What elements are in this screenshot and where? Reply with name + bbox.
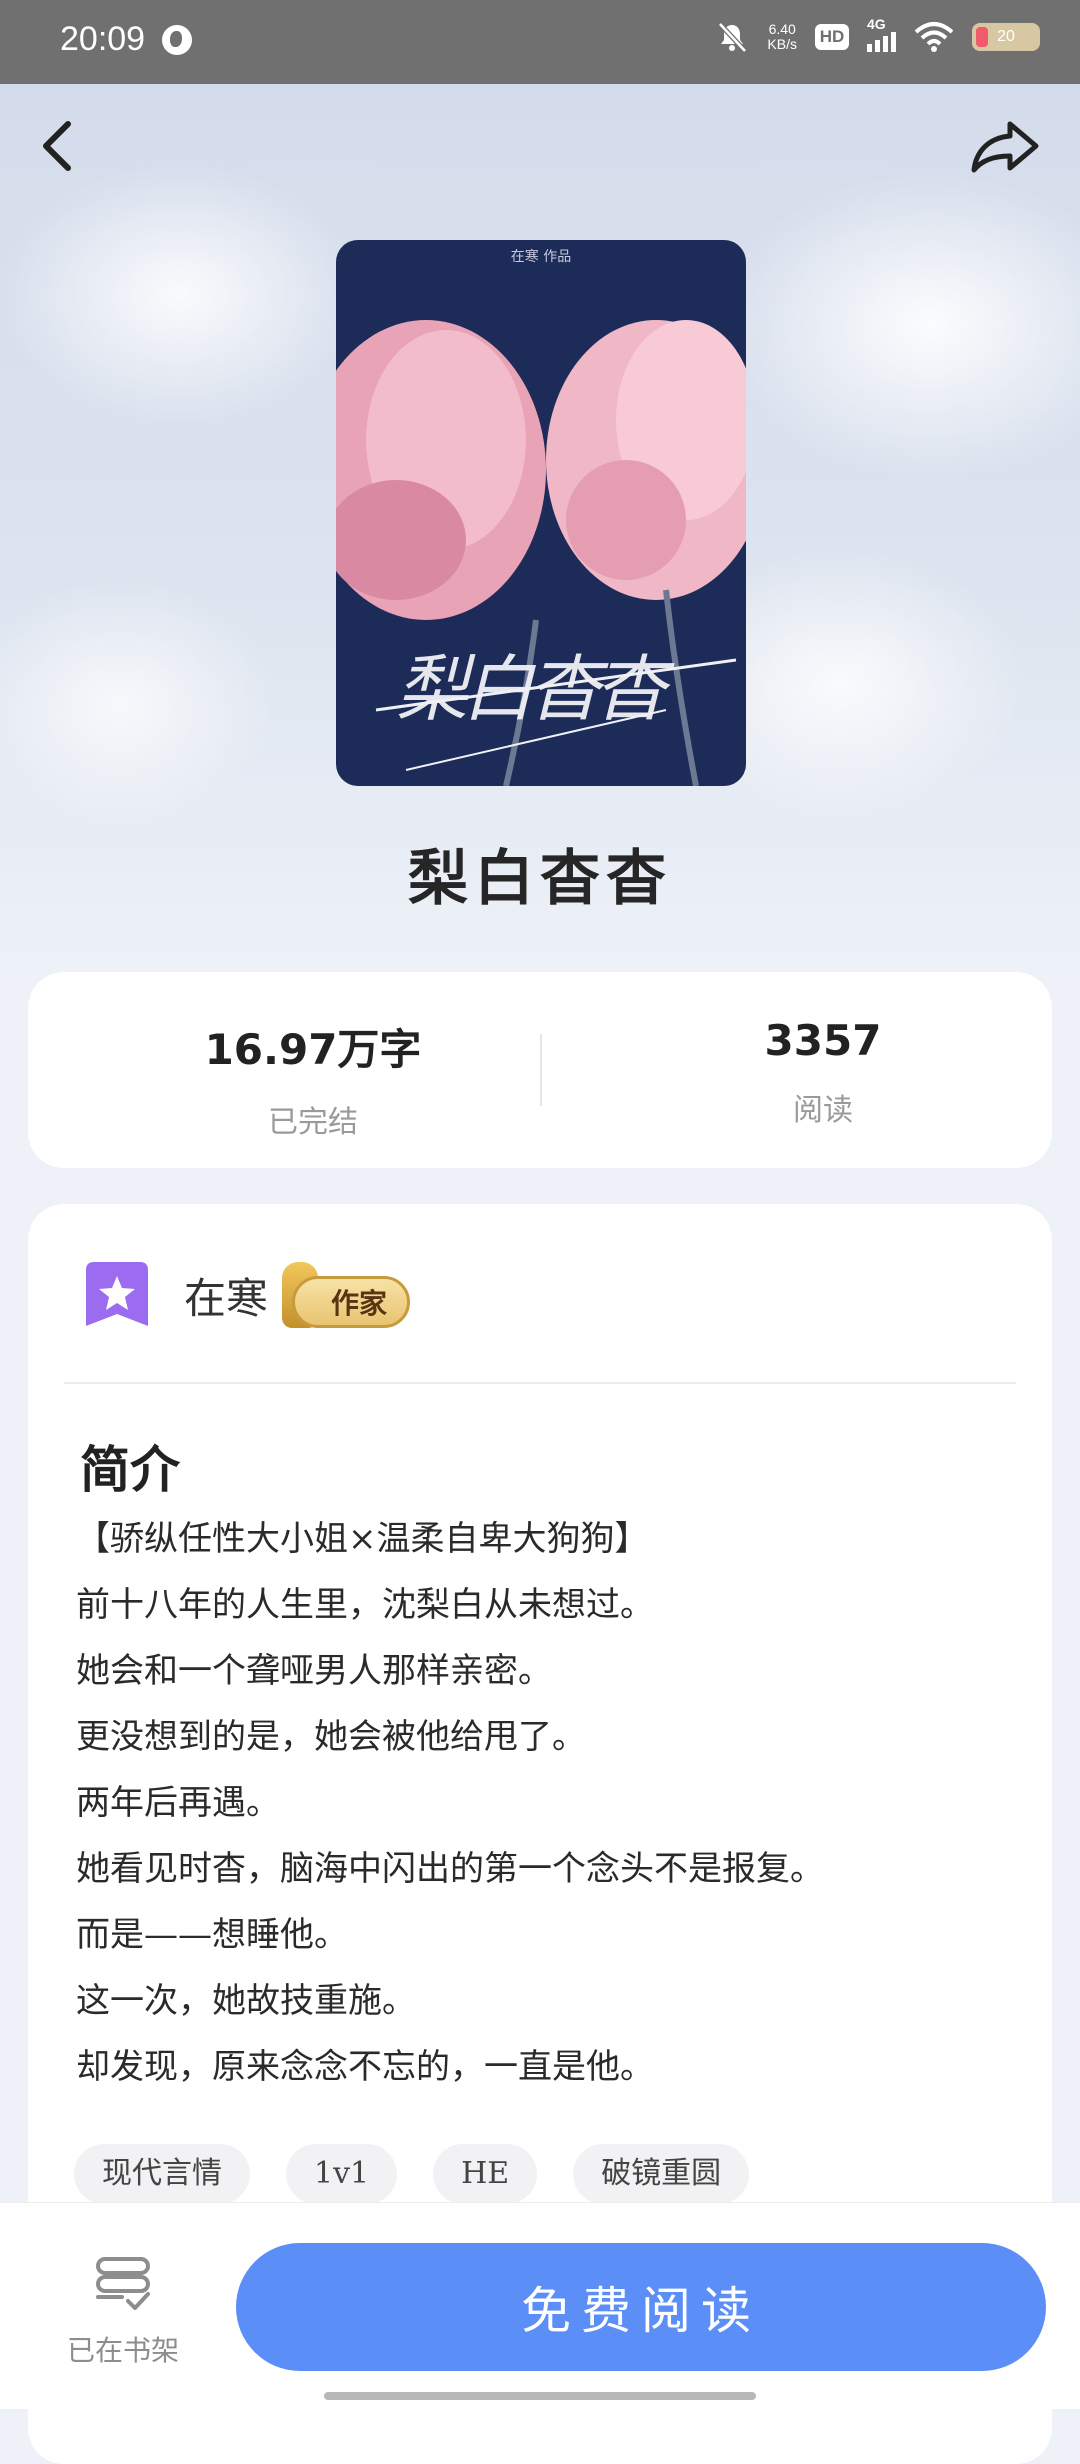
net-speed-value: 6.40 xyxy=(768,21,796,37)
stats-card: 16.97万字 已完结 3357 阅读 xyxy=(28,972,1052,1168)
author-row[interactable]: 在寒 作家 xyxy=(82,1256,412,1334)
reads-value: 3357 xyxy=(764,1016,882,1065)
hd-icon: HD xyxy=(815,24,849,50)
reads-stat: 3357 阅读 xyxy=(653,1016,993,1129)
divider xyxy=(64,1382,1016,1384)
bottom-action-bar: 已在书架 免费阅读 xyxy=(0,2202,1080,2409)
author-badge-label: 作家 xyxy=(292,1276,411,1328)
battery-icon: 20 xyxy=(972,23,1040,51)
book-cover[interactable]: 在寒 作品 梨白杳杳 xyxy=(336,240,746,786)
tag-reunion[interactable]: 破镜重圆 xyxy=(573,2144,750,2204)
intro-line: 却发现，原来念念不忘的，一直是他。 xyxy=(76,2047,654,2087)
book-title: 梨白杳杳 xyxy=(408,844,672,914)
battery-level: 20 xyxy=(997,28,1015,45)
tag-list: 现代言情 1v1 HE 破镜重圆 xyxy=(74,2144,750,2204)
globe-icon xyxy=(162,25,192,55)
home-indicator[interactable] xyxy=(324,2392,756,2400)
bell-muted-icon xyxy=(718,22,748,53)
share-button[interactable] xyxy=(968,112,1044,180)
cover-title-text: 梨白杳杳 xyxy=(396,647,666,731)
intro-heading: 简介 xyxy=(80,1440,180,1499)
network-label: 4G xyxy=(867,16,886,32)
author-avatar-icon xyxy=(86,1262,148,1326)
intro-text: 【骄纵任性大小姐×温柔自卑大狗狗】 前十八年的人生里，沈梨白从未想过。 她会和一… xyxy=(76,1506,1016,2100)
author-badge: 作家 xyxy=(282,1260,412,1330)
signal-icon: 4G xyxy=(867,16,896,52)
word-count-value: 16.97万字 xyxy=(204,1025,422,1074)
intro-line: 【骄纵任性大小姐×温柔自卑大狗狗】 xyxy=(76,1519,649,1559)
completion-status: 已完结 xyxy=(268,1105,358,1140)
intro-line: 两年后再遇。 xyxy=(76,1783,280,1823)
stat-divider xyxy=(540,1034,542,1106)
intro-line: 她看见时杳，脑海中闪出的第一个念头不是报复。 xyxy=(76,1849,824,1889)
status-bar: 20:09 6.40 KB/s HD 4G 20 xyxy=(0,0,1080,84)
tag-1v1[interactable]: 1v1 xyxy=(286,2144,398,2204)
intro-line: 而是——想睡他。 xyxy=(76,1915,348,1955)
bookshelf-check-icon xyxy=(96,2257,150,2310)
bookshelf-label: 已在书架 xyxy=(66,2334,179,2367)
reads-label: 阅读 xyxy=(793,1093,853,1128)
status-time: 20:09 xyxy=(60,20,146,58)
author-name: 在寒 xyxy=(184,1273,269,1323)
free-read-button[interactable]: 免费阅读 xyxy=(236,2243,1046,2371)
net-speed: 6.40 KB/s xyxy=(767,22,797,52)
intro-line: 更没想到的是，她会被他给甩了。 xyxy=(76,1717,586,1757)
intro-line: 前十八年的人生里，沈梨白从未想过。 xyxy=(76,1585,654,1625)
intro-line: 她会和一个聋哑男人那样亲密。 xyxy=(76,1651,552,1691)
word-count-stat: 16.97万字 已完结 xyxy=(143,1016,483,1141)
bookshelf-button[interactable]: 已在书架 xyxy=(58,2253,188,2369)
status-icons: 6.40 KB/s HD 4G 20 xyxy=(715,16,1040,54)
back-button[interactable] xyxy=(30,112,82,180)
intro-line: 这一次，她故技重施。 xyxy=(76,1981,416,2021)
wifi-icon xyxy=(914,22,954,52)
tag-modern-romance[interactable]: 现代言情 xyxy=(74,2144,250,2204)
tag-he[interactable]: HE xyxy=(433,2144,538,2204)
net-speed-unit: KB/s xyxy=(767,36,797,52)
